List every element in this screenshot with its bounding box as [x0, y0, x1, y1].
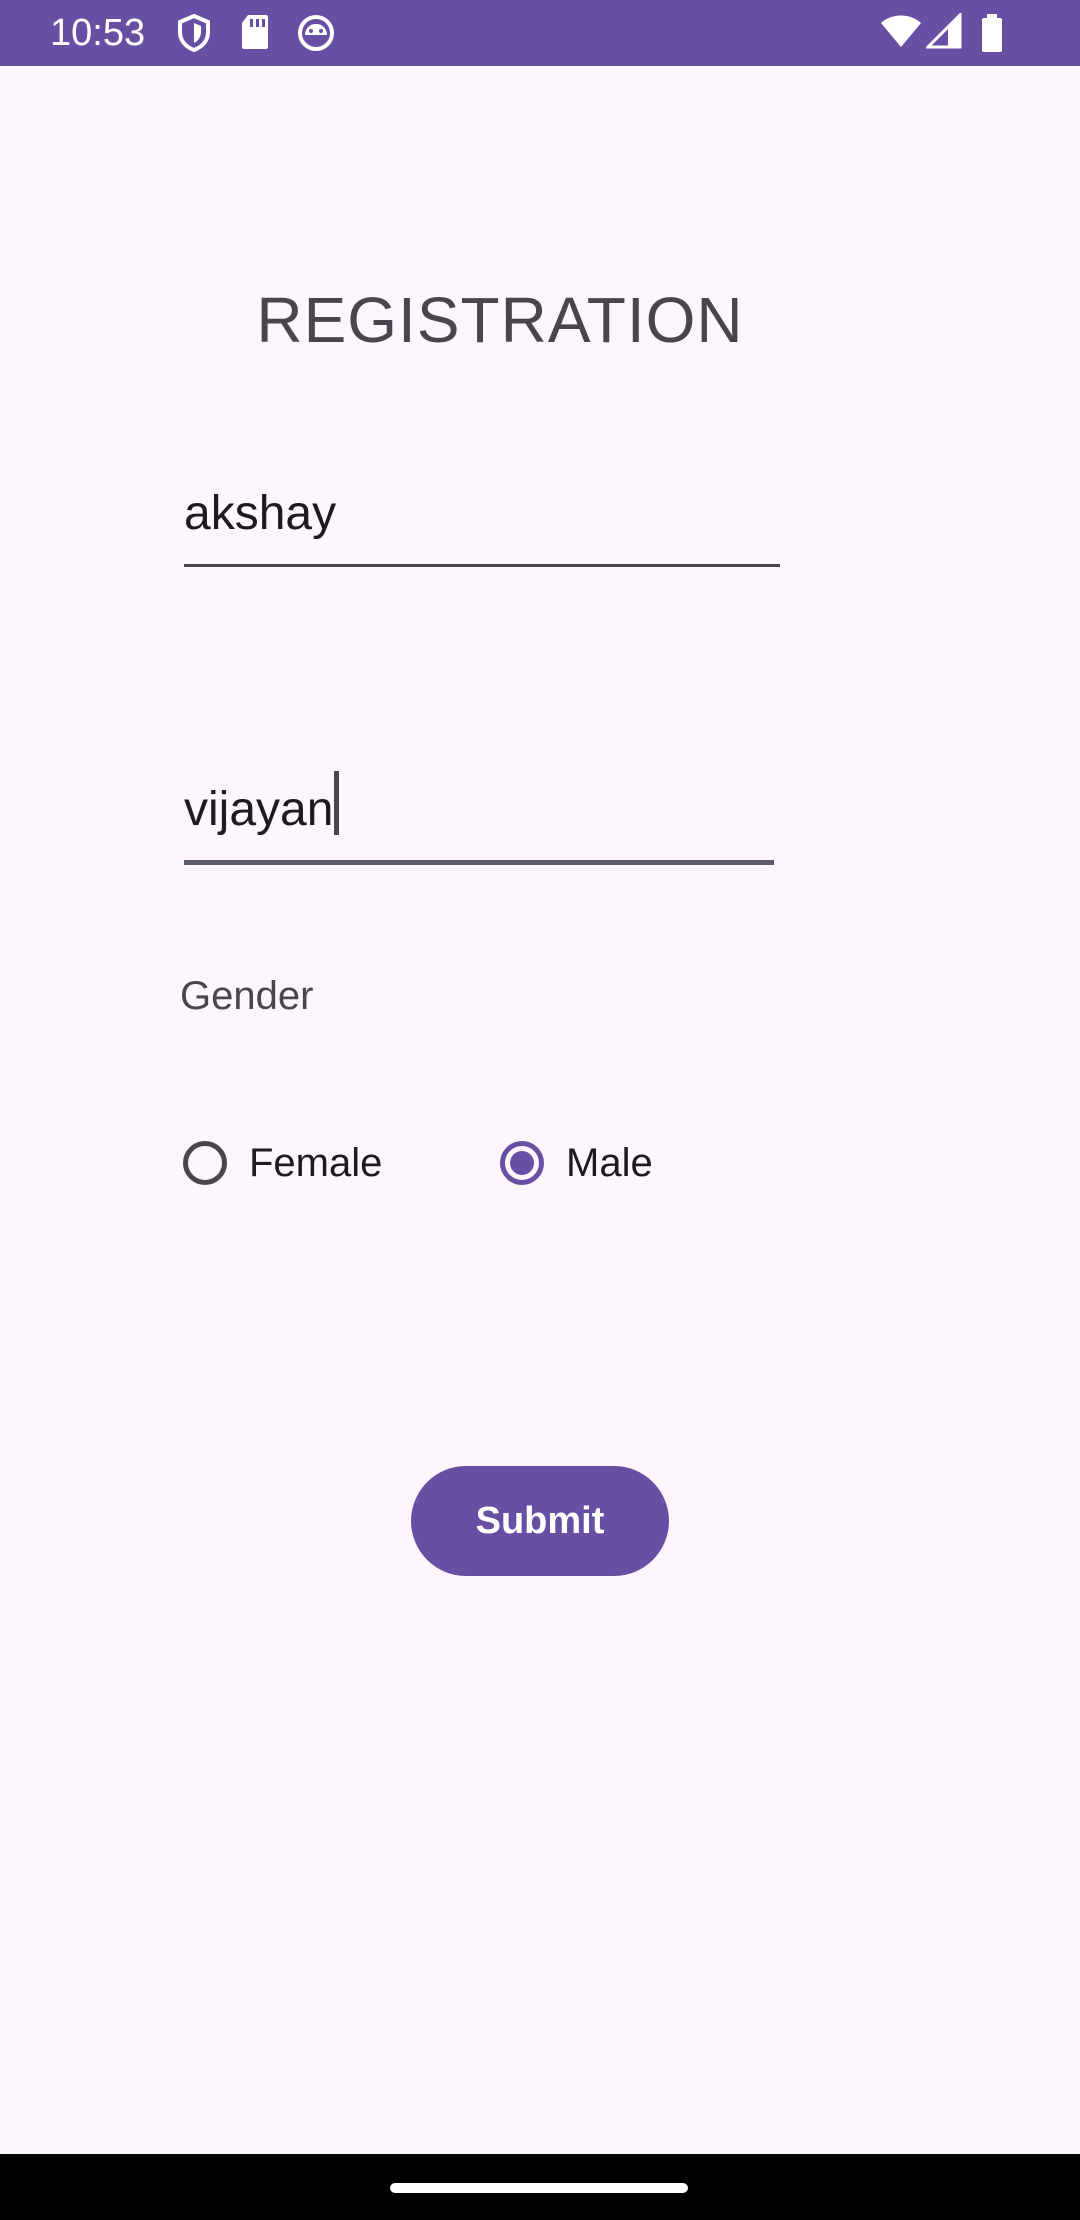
cellular-signal-icon: [926, 13, 962, 49]
radio-female-label: Female: [249, 1140, 383, 1185]
radio-male-label: Male: [566, 1140, 653, 1185]
sd-card-icon: [242, 15, 268, 49]
shield-icon: [178, 13, 210, 53]
radio-female[interactable]: Female: [183, 1130, 382, 1196]
radio-male[interactable]: Male: [500, 1130, 653, 1196]
first-name-value: akshay: [184, 487, 337, 540]
status-bar: 10:53: [0, 0, 1080, 66]
first-name-field[interactable]: akshay: [184, 474, 780, 567]
battery-icon: [982, 14, 1002, 52]
android-robot-icon: [298, 15, 334, 51]
radio-unchecked-icon[interactable]: [183, 1141, 227, 1185]
page-title: REGISTRATION: [256, 284, 744, 356]
wifi-icon: [881, 15, 921, 47]
status-time: 10:53: [50, 12, 146, 54]
submit-button[interactable]: Submit: [411, 1466, 669, 1576]
radio-checked-icon[interactable]: [500, 1141, 544, 1185]
last-name-field[interactable]: vijayan: [184, 750, 774, 865]
last-name-text: vijayan: [184, 771, 340, 840]
text-cursor: [334, 771, 340, 835]
last-name-value: vijayan: [184, 783, 334, 836]
home-gesture-handle[interactable]: [390, 2183, 688, 2193]
gender-label: Gender: [180, 974, 314, 1018]
